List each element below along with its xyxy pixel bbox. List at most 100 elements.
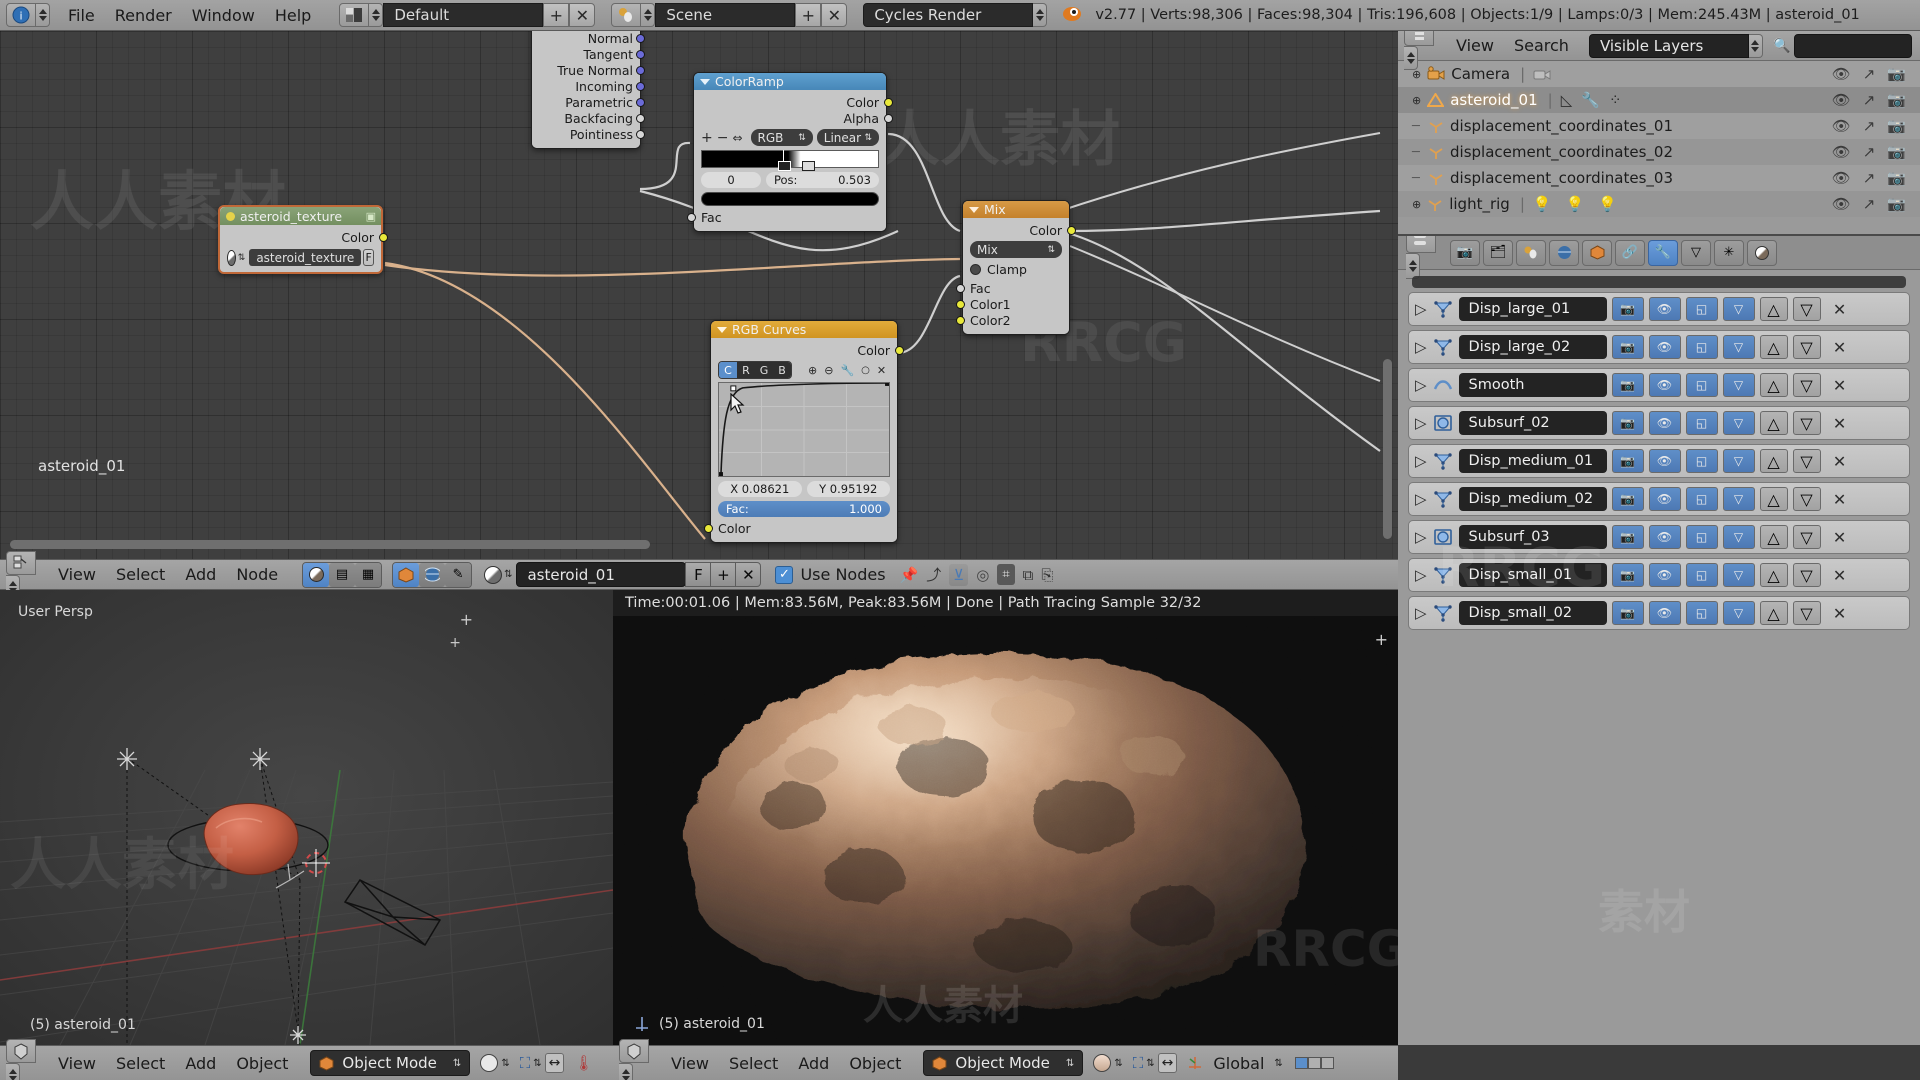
edit-mode-toggle-button[interactable]: ◱ — [1685, 563, 1718, 587]
move-up-button[interactable]: △ — [1759, 411, 1788, 435]
colorramp-color-mode[interactable]: RGB ⇅ — [750, 129, 813, 146]
colorramp-color-swatch[interactable] — [701, 192, 879, 206]
node-asteroid-texture[interactable]: asteroid_texture ▣ Color ⇅ asteroid_text… — [218, 205, 388, 274]
lamp-icon[interactable]: 💡 — [1533, 195, 1552, 213]
properties-editor-type-selector[interactable] — [1406, 236, 1436, 279]
select-menu-right[interactable]: Select — [719, 1054, 788, 1073]
shader-source-toggle-group[interactable]: ✎ — [392, 561, 473, 588]
socket-dot[interactable] — [956, 315, 965, 325]
modifier-wrench-icon[interactable]: 🔧 — [1581, 91, 1600, 109]
socket-dot[interactable] — [636, 113, 645, 123]
tab-data[interactable]: ▽ — [1681, 239, 1711, 266]
cage-toggle-button[interactable]: ▽ — [1722, 525, 1755, 549]
render-add-region-icon[interactable]: + — [1375, 630, 1388, 649]
viewport-add-region-icon[interactable]: + — [460, 610, 473, 629]
channel-g-button[interactable]: G — [755, 362, 773, 378]
modifier-name[interactable]: Smooth — [1458, 373, 1607, 397]
render-toggle-button[interactable]: 📷 — [1611, 411, 1644, 435]
selectability-icon[interactable]: ↗ — [1863, 169, 1876, 187]
node-tools-group[interactable]: 📌 ⤴ ⊻ ◎ ⌗ ⧉ ⎘ — [900, 563, 1053, 586]
layer-cell[interactable] — [1307, 1057, 1321, 1069]
tools-icon[interactable]: 🔧 — [840, 364, 854, 377]
cage-toggle-button[interactable]: ▽ — [1722, 601, 1755, 625]
cage-toggle-button[interactable]: ▽ — [1722, 563, 1755, 587]
node-menu-add[interactable]: Add — [175, 565, 226, 584]
zoom-out-icon[interactable]: ⊖ — [824, 364, 833, 377]
node-header[interactable]: ColorRamp — [694, 73, 886, 90]
socket-dot[interactable] — [895, 345, 904, 355]
cage-toggle-button[interactable]: ▽ — [1722, 487, 1755, 511]
modifier-name[interactable]: Disp_large_01 — [1458, 297, 1607, 321]
socket-dot[interactable] — [884, 113, 893, 123]
move-up-button[interactable]: △ — [1759, 525, 1788, 549]
socket-dot[interactable] — [636, 97, 645, 107]
editor-type-selector[interactable]: i — [6, 3, 50, 27]
editor-type-spinner[interactable] — [36, 3, 50, 27]
channel-b-button[interactable]: B — [773, 362, 791, 378]
delete-modifier-button[interactable]: ✕ — [1826, 525, 1854, 549]
render-toggle-button[interactable]: 📷 — [1611, 563, 1644, 587]
checkbox-icon[interactable] — [970, 264, 981, 275]
object-menu-right[interactable]: Object — [839, 1054, 911, 1073]
delete-modifier-button[interactable]: ✕ — [1826, 373, 1854, 397]
editor-type-spinner-left[interactable] — [6, 1063, 20, 1080]
node-header[interactable]: asteroid_texture ▣ — [220, 207, 381, 225]
render-toggle-button[interactable]: 📷 — [1611, 297, 1644, 321]
modifier-name[interactable]: Disp_large_02 — [1458, 335, 1607, 359]
shading-select-right[interactable]: ⇅ — [1093, 1054, 1123, 1072]
outliner-editor-type-selector[interactable] — [1404, 31, 1434, 70]
expand-tri[interactable]: ▷ — [1415, 376, 1427, 394]
geometry-output-backfacing[interactable]: Backfacing — [539, 110, 645, 126]
socket-dot[interactable] — [636, 33, 645, 43]
socket-dot[interactable] — [636, 81, 645, 91]
render-engine-select[interactable]: Cycles Render — [863, 3, 1034, 27]
selectability-icon[interactable]: ↗ — [1863, 91, 1876, 109]
move-up-button[interactable]: △ — [1759, 601, 1788, 625]
vertical-scrollbar[interactable] — [1383, 359, 1392, 539]
socket-dot[interactable] — [687, 212, 696, 222]
add-menu-right[interactable]: Add — [788, 1054, 839, 1073]
colorramp-interpolation[interactable]: Linear ⇅ — [816, 129, 879, 146]
socket-dot[interactable] — [636, 65, 645, 75]
cage-toggle-button[interactable]: ▽ — [1722, 411, 1755, 435]
renderability-icon[interactable]: 📷 — [1887, 143, 1906, 161]
move-down-button[interactable]: ▽ — [1792, 601, 1821, 625]
viewport-toggle-button[interactable]: 👁 — [1648, 487, 1681, 511]
tab-world[interactable] — [1549, 239, 1579, 266]
mix-input-fac[interactable]: Fac — [956, 280, 1062, 296]
outliner-item-displacement-coordinates-01[interactable]: ─ displacement_coordinates_01 👁 ↗ 📷 — [1398, 113, 1920, 139]
vertex-groups-icon[interactable]: ⁘ — [1609, 91, 1622, 109]
expand-triangle-icon[interactable]: ▷ — [1415, 490, 1427, 508]
use-nodes-checkbox[interactable]: ✓ — [775, 565, 794, 584]
add-menu-left[interactable]: Add — [175, 1054, 226, 1073]
move-down-button[interactable]: ▽ — [1792, 525, 1821, 549]
snap-node-icon[interactable]: ⊻ — [949, 563, 969, 586]
delete-modifier-button[interactable]: ✕ — [1826, 297, 1854, 321]
socket-dot[interactable] — [956, 299, 965, 309]
fake-user-button[interactable]: F — [363, 249, 374, 266]
collapse-triangle-icon[interactable] — [717, 326, 727, 333]
delete-modifier-button[interactable]: ✕ — [1826, 563, 1854, 587]
renderability-icon[interactable]: 📷 — [1887, 195, 1906, 213]
properties-editor[interactable]: 📷 🗂 🔗 🔧 ▽ ✳ ▷ Disp_large_01 📷 👁 ◱ ▽ △ ▽ … — [1398, 234, 1920, 1045]
channel-c-button[interactable]: C — [719, 362, 737, 378]
flip-ramp-icon[interactable]: ⇔ — [732, 131, 742, 145]
layer-cell[interactable] — [1320, 1057, 1334, 1069]
chevron-updown-icon[interactable]: ⇅ — [238, 253, 246, 263]
expand-triangle-icon[interactable]: ▷ — [1415, 604, 1427, 622]
socket-dot[interactable] — [956, 283, 965, 293]
expand-icon[interactable]: ⊕ — [1412, 94, 1421, 107]
solid-shading-icon[interactable] — [480, 1054, 499, 1072]
tab-render[interactable]: 📷 — [1450, 239, 1480, 266]
socket-dot[interactable] — [636, 129, 645, 139]
colorramp-gradient-bar[interactable] — [701, 150, 879, 171]
add-scene-button[interactable]: + — [795, 3, 822, 27]
viewport-toggle-button[interactable]: 👁 — [1648, 373, 1681, 397]
menu-window[interactable]: Window — [182, 6, 265, 25]
outliner-editor[interactable]: View Search Visible Layers 🔍 ⊕ Camera | … — [1398, 31, 1920, 234]
curve-point-y[interactable]: Y 0.95192 — [806, 481, 890, 497]
view-menu-left[interactable]: View — [48, 1054, 106, 1073]
edit-mode-toggle-button[interactable]: ◱ — [1685, 449, 1718, 473]
collapse-triangle-icon[interactable] — [700, 78, 710, 85]
expand-triangle-icon[interactable]: ▷ — [1415, 528, 1427, 546]
